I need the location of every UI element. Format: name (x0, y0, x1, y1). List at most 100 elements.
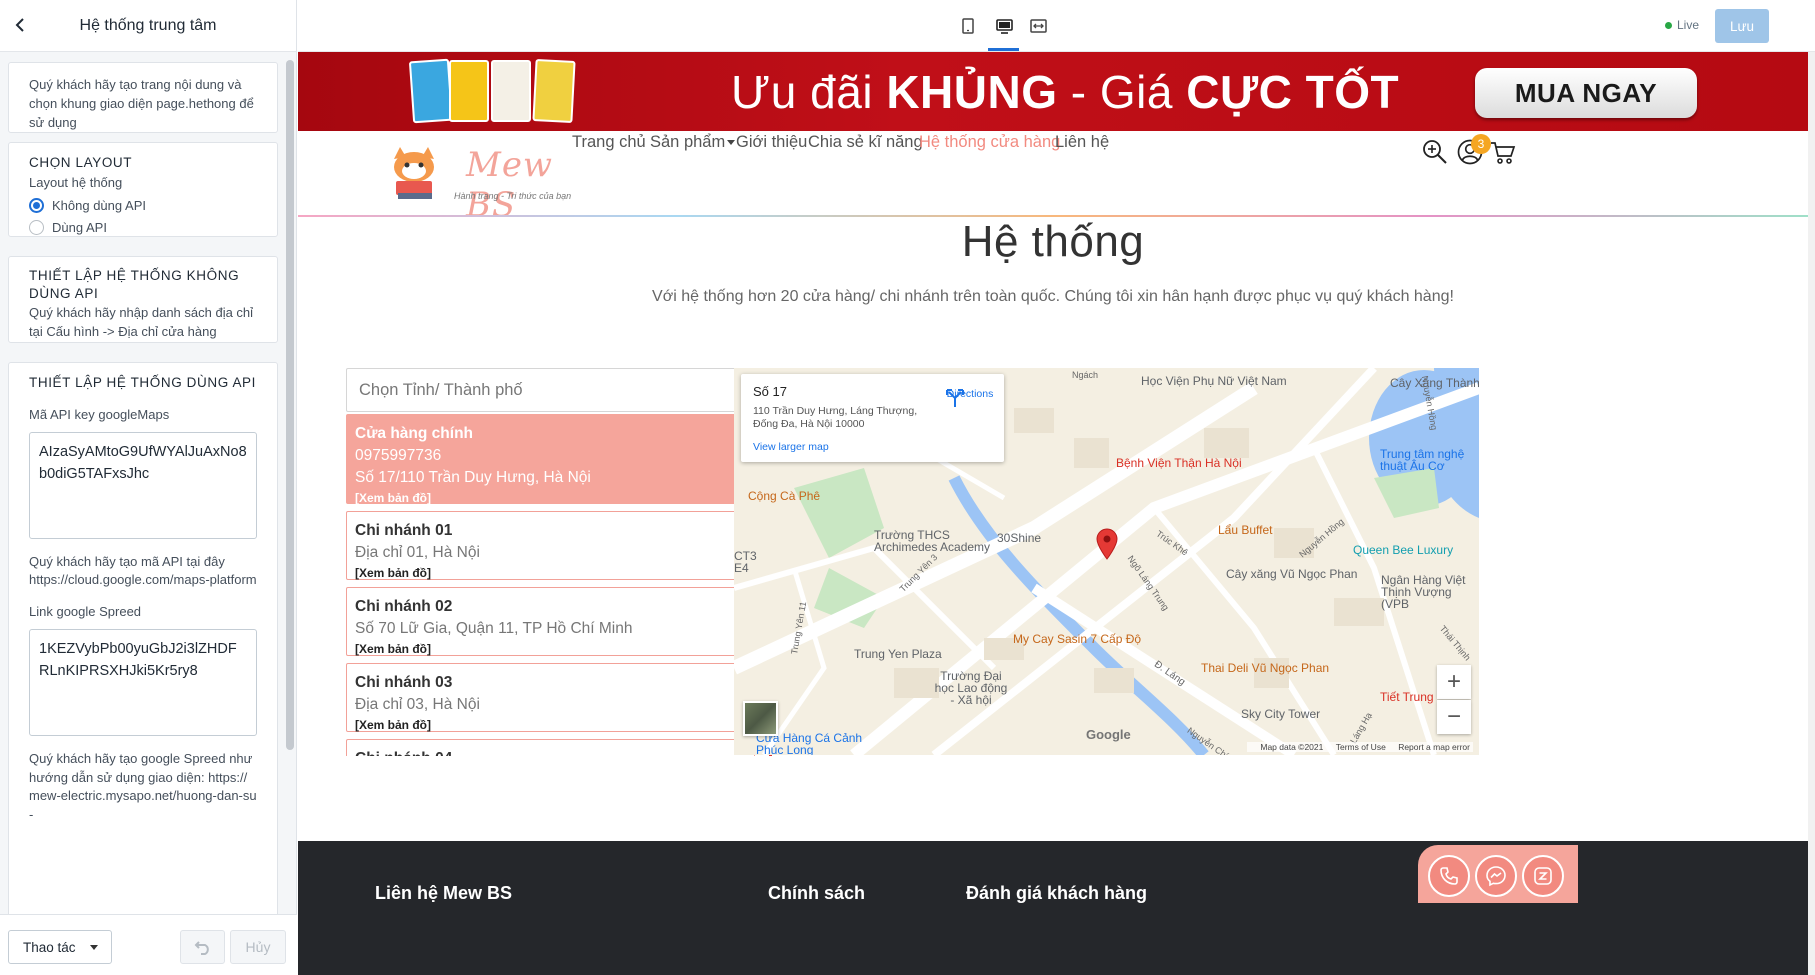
editor-app: Hệ thống trung tâm Quý khách hãy tạo tra… (0, 0, 1815, 975)
layout-card: Chọn layout Layout hệ thống Không dùng A… (8, 142, 278, 237)
zalo-icon (1534, 867, 1552, 885)
minus-icon: − (1446, 703, 1461, 730)
map-terms-link[interactable]: Terms of Use (1336, 742, 1386, 752)
view-map-link[interactable]: [Xem bản đồ] (355, 489, 746, 507)
sheet-help-text: Quý khách hãy tạo google Spreed như hướn… (29, 751, 257, 822)
store-name: Chi nhánh 03 (355, 674, 453, 691)
save-button[interactable]: Lưu (1715, 9, 1769, 43)
book-image (532, 58, 576, 124)
road-label: Ngách (1072, 370, 1099, 380)
intro-card: Quý khách hãy tạo trang nội dung và chọn… (8, 62, 278, 133)
store-name: Chi nhánh 01 (355, 522, 453, 539)
brand-name: Mew BS (466, 145, 554, 225)
store-address: Số 70 Lữ Gia, Quận 11, TP Hồ Chí Minh (355, 620, 633, 637)
radio-use-api[interactable]: Dùng API (29, 218, 257, 237)
sidebar-scroll-area: Quý khách hãy tạo trang nội dung và chọn… (0, 52, 297, 914)
cancel-button[interactable]: Hủy (230, 930, 286, 964)
satellite-toggle[interactable] (743, 701, 778, 736)
sheet-field[interactable]: 1KEZVybPb00yuGbJ2i3lZHDFRLnKIPRSXHJki5Kr… (29, 629, 257, 736)
radio-checked-icon (29, 198, 44, 213)
store-item[interactable]: Chi nhánh 02 Số 70 Lữ Gia, Quận 11, TP H… (346, 587, 755, 656)
live-label: Live (1677, 18, 1700, 32)
map-label: Ngân Hàng Việt Thịnh Vượng (VPB (1381, 573, 1466, 611)
zalo-button[interactable] (1522, 855, 1564, 897)
plus-icon: + (1446, 668, 1461, 695)
phone-button[interactable] (1428, 855, 1470, 897)
store-address: Địa chỉ 01, Hà Nội (355, 544, 480, 561)
maps-key-field[interactable]: AIzaSyAMtoG9UfWYAlJuAxNo8b0diG5TAFxsJhc (29, 432, 257, 539)
zoom-out-button[interactable]: − (1437, 700, 1471, 734)
layout-sublabel: Layout hệ thống (29, 175, 123, 190)
messenger-icon (1486, 866, 1506, 887)
settings-sidebar: Hệ thống trung tâm Quý khách hãy tạo tra… (0, 0, 297, 975)
store-item[interactable]: Chi nhánh 03 Địa chỉ 03, Hà Nội [Xem bản… (346, 663, 755, 732)
view-map-link[interactable]: [Xem bản đồ] (355, 640, 746, 658)
nav-about[interactable]: Giới thiệu (736, 133, 807, 152)
map-info-card: Số 17 110 Trần Duy Hưng, Láng Thượng, Đố… (741, 374, 1004, 462)
sheet-label: Link google Spreed (29, 604, 142, 619)
page-subtitle: Với hệ thống hơn 20 cửa hàng/ chi nhánh … (652, 288, 1454, 305)
directions-button[interactable]: Directions (945, 388, 995, 407)
map-attribution: Map data ©2021 Terms of Use Report a map… (1247, 742, 1473, 752)
sidebar-scrollbar[interactable] (286, 60, 294, 750)
nav-stores[interactable]: Hệ thống cửa hàng (919, 133, 1060, 152)
map-label: Trường THCS Archimedes Academy (874, 528, 991, 554)
store-phone: 0975997736 (355, 447, 442, 464)
radio-no-api[interactable]: Không dùng API (29, 196, 257, 215)
live-status: Live (1665, 18, 1699, 32)
active-device-indicator (988, 48, 1019, 51)
undo-button[interactable] (180, 930, 225, 964)
maps-key-label: Mã API key googleMaps (29, 407, 170, 422)
map-label: Cây xăng Vũ Ngọc Phan (1226, 567, 1358, 581)
map-label: Trung Yen Plaza (854, 647, 942, 661)
actions-dropdown[interactable]: Thao tác (8, 930, 112, 964)
nav-products[interactable]: Sản phẩm (650, 133, 736, 152)
map-report-link[interactable]: Report a map error (1398, 742, 1470, 752)
search-icon[interactable] (1421, 138, 1449, 166)
book-image (449, 60, 489, 122)
footer-heading-policy: Chính sách (768, 883, 866, 903)
map-label: Bệnh Viện Thận Hà Nội (1116, 456, 1242, 470)
store-address: Địa chỉ 03, Hà Nội (355, 696, 480, 713)
store-list: Cửa hàng chính 0975997736 Số 17/110 Trần… (346, 414, 762, 756)
view-larger-map-link[interactable]: View larger map (753, 441, 992, 453)
promo-banner[interactable]: Ưu đãi KHỦNG - Giá CỰC TỐT MUA NGAY (298, 52, 1808, 131)
sidebar-header: Hệ thống trung tâm (0, 0, 296, 52)
cat-logo-icon (394, 147, 434, 199)
buy-now-button[interactable]: MUA NGAY (1475, 68, 1697, 118)
zoom-in-button[interactable]: + (1437, 665, 1471, 699)
store-item[interactable]: Chi nhánh 01 Địa chỉ 01, Hà Nội [Xem bản… (346, 511, 755, 580)
directions-icon (946, 389, 964, 407)
site-preview: Ưu đãi KHỦNG - Giá CỰC TỐT MUA NGAY Mew … (298, 52, 1808, 975)
book-image (491, 60, 531, 122)
view-map-link[interactable]: [Xem bản đồ] (355, 716, 746, 734)
store-name: Chi nhánh 04 (355, 748, 746, 756)
messenger-button[interactable] (1475, 855, 1517, 897)
sidebar-footer: Thao tác Hủy (0, 914, 297, 975)
nav-skills[interactable]: Chia sẻ kĩ năng (808, 133, 923, 152)
site-logo[interactable]: Mew BS Hành trang - Tri thức của bạn (386, 143, 581, 225)
back-icon[interactable] (10, 14, 32, 36)
radio-no-api-label: Không dùng API (52, 198, 146, 213)
fullwidth-icon[interactable] (1025, 13, 1051, 39)
map-label: Sky City Tower (1241, 707, 1321, 721)
footer-heading-reviews: Đánh giá khách hàng (966, 883, 1148, 903)
store-address: Số 17/110 Trần Duy Hưng, Hà Nội (355, 469, 591, 486)
store-item[interactable]: Cửa hàng chính 0975997736 Số 17/110 Trần… (346, 414, 755, 507)
store-item[interactable]: Chi nhánh 04 (346, 739, 755, 756)
google-map[interactable]: Học Viện Phụ Nữ Việt Nam Cây Xăng Thành … (734, 368, 1479, 755)
cart-icon[interactable] (1489, 138, 1517, 166)
desktop-icon[interactable] (991, 13, 1017, 39)
preview-scrollbar[interactable] (1808, 52, 1815, 975)
map-label: CT3 E4 (734, 549, 757, 575)
city-select[interactable]: Chọn Tỉnh/ Thành phố ▲▼ (346, 368, 759, 412)
nav-contact[interactable]: Liên hệ (1055, 133, 1109, 152)
map-pin-icon[interactable] (1096, 528, 1118, 560)
map-place-address: 110 Trần Duy Hưng, Láng Thượng, Đống Đa,… (753, 405, 918, 430)
city-select-value: Chọn Tỉnh/ Thành phố (359, 380, 523, 399)
mobile-icon[interactable] (955, 13, 981, 39)
store-name: Chi nhánh 02 (355, 598, 453, 615)
brand-tagline: Hành trang - Tri thức của bạn (454, 191, 572, 201)
nav-home[interactable]: Trang chủ (572, 133, 646, 152)
view-map-link[interactable]: [Xem bản đồ] (355, 564, 746, 582)
